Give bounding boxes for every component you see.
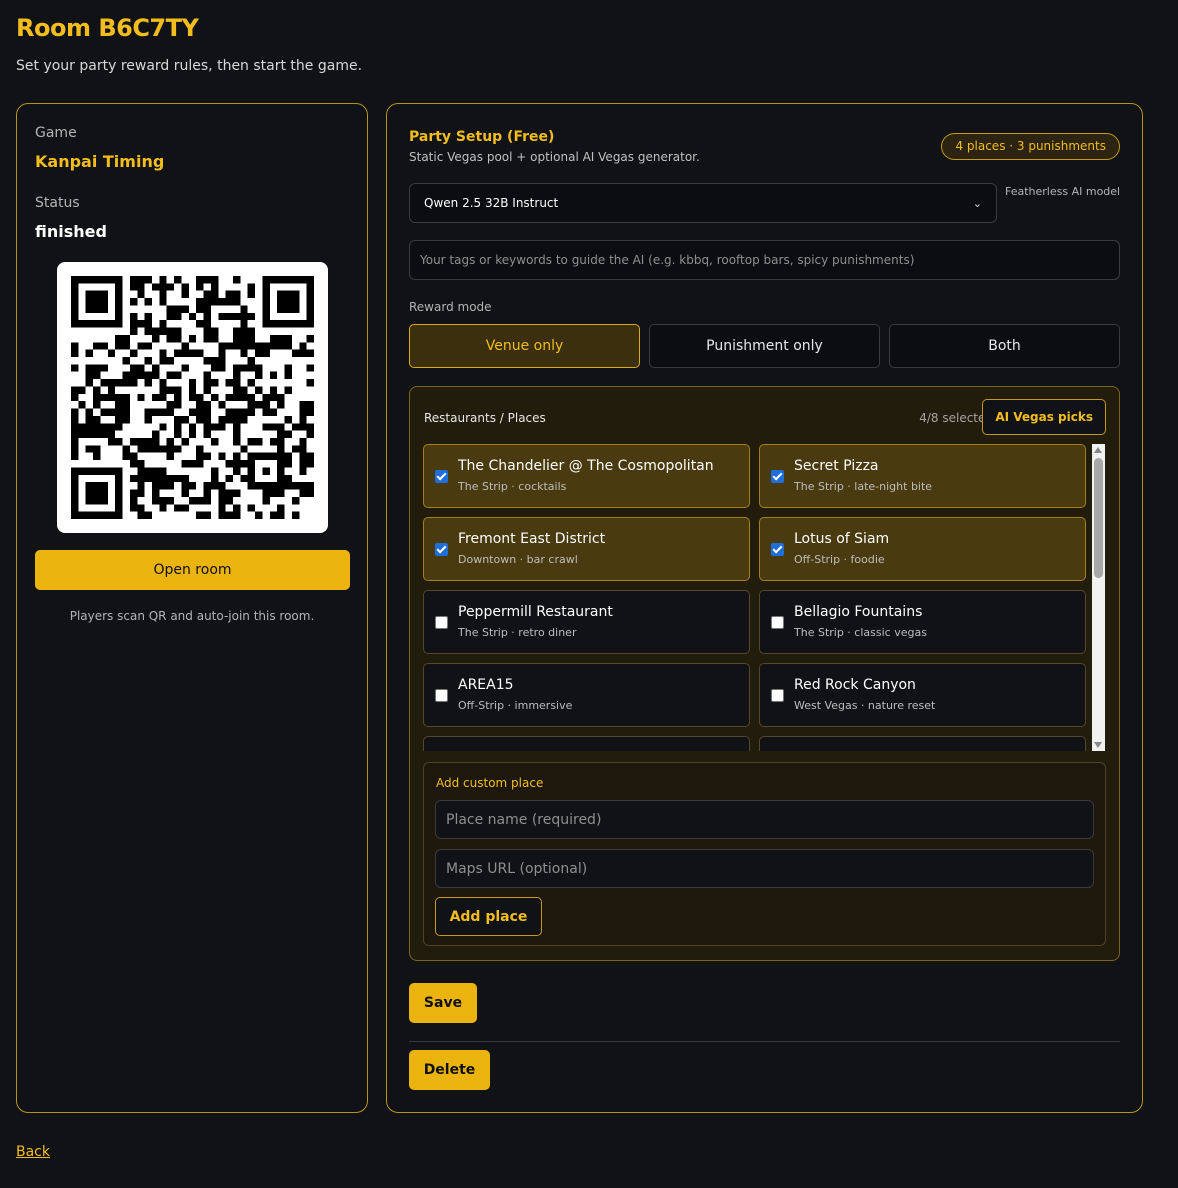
qr-hint: Players scan QR and auto-join this room.: [69, 609, 315, 623]
summary-badge: 4 places · 3 punishments: [941, 133, 1120, 160]
reward-mode-label: Reward mode: [409, 300, 492, 314]
add-place-button[interactable]: Add place: [435, 897, 542, 936]
places-list[interactable]: The Chandelier @ The Cosmopolitan The St…: [423, 444, 1093, 751]
place-name-input[interactable]: [435, 800, 1094, 839]
place-meta: Off-Strip · immersive: [458, 699, 573, 712]
place-name: Secret Pizza: [794, 458, 879, 474]
places-title: Restaurants / Places: [424, 411, 546, 425]
party-setup-title: Party Setup (Free): [409, 129, 555, 145]
game-name: Kanpai Timing: [35, 152, 165, 171]
place-checkbox[interactable]: [435, 616, 448, 629]
chevron-down-icon: ⌄: [972, 196, 982, 210]
reward-mode-both-button[interactable]: Both: [889, 324, 1120, 368]
place-meta: The Strip · retro diner: [458, 626, 577, 639]
place-name: Peppermill Restaurant: [458, 604, 613, 620]
place-name: Red Rock Canyon: [794, 677, 916, 693]
place-meta: West Vegas · nature reset: [794, 699, 936, 712]
model-select-label: Featherless AI model: [1005, 185, 1121, 198]
reward-mode-punishment-button[interactable]: Punishment only: [649, 324, 880, 368]
place-card[interactable]: Peppermill Restaurant The Strip · retro …: [423, 590, 750, 654]
place-card[interactable]: Bellagio Fountains The Strip · classic v…: [759, 590, 1086, 654]
place-checkbox[interactable]: [435, 470, 448, 483]
room-info-card: Game Kanpai Timing Status finished Open …: [16, 103, 368, 1113]
place-card[interactable]: Red Rock Canyon West Vegas · nature rese…: [759, 663, 1086, 727]
place-checkbox[interactable]: [435, 689, 448, 702]
place-meta: The Strip · late-night bite: [794, 480, 933, 493]
tags-input[interactable]: [409, 240, 1120, 280]
save-button[interactable]: Save: [409, 983, 477, 1023]
status-label: Status: [35, 195, 80, 211]
delete-button[interactable]: Delete: [409, 1050, 490, 1090]
place-card[interactable]: The Chandelier @ The Cosmopolitan The St…: [423, 444, 750, 508]
reward-mode-venue-button[interactable]: Venue only: [409, 324, 640, 368]
place-checkbox[interactable]: [771, 543, 784, 556]
place-name: AREA15: [458, 677, 514, 693]
model-select[interactable]: Qwen 2.5 32B Instruct ⌄: [409, 183, 997, 223]
place-card[interactable]: Fremont East District Downtown · bar cra…: [423, 517, 750, 581]
qr-code-image: [71, 276, 314, 519]
qr-code: [57, 262, 328, 533]
scroll-up-icon[interactable]: [1094, 447, 1102, 453]
place-checkbox[interactable]: [771, 689, 784, 702]
places-scrollbar[interactable]: [1092, 444, 1105, 751]
scroll-thumb[interactable]: [1094, 458, 1103, 578]
ai-vegas-picks-button[interactable]: AI Vegas picks: [982, 399, 1106, 435]
place-card[interactable]: AREA15 Off-Strip · immersive: [423, 663, 750, 727]
place-name: Bellagio Fountains: [794, 604, 923, 620]
status-value: finished: [35, 222, 107, 241]
open-room-button[interactable]: Open room: [35, 550, 350, 590]
place-card[interactable]: Lotus of Siam Off-Strip · foodie: [759, 517, 1086, 581]
place-checkbox[interactable]: [771, 470, 784, 483]
page-subtitle: Set your party reward rules, then start …: [16, 58, 363, 74]
place-meta: The Strip · classic vegas: [794, 626, 927, 639]
place-card[interactable]: [423, 736, 750, 751]
place-card[interactable]: Secret Pizza The Strip · late-night bite: [759, 444, 1086, 508]
place-name: Lotus of Siam: [794, 531, 890, 547]
place-meta: Downtown · bar crawl: [458, 553, 578, 566]
place-checkbox[interactable]: [435, 543, 448, 556]
place-meta: The Strip · cocktails: [458, 480, 567, 493]
game-label: Game: [35, 125, 77, 141]
party-setup-subtitle: Static Vegas pool + optional AI Vegas ge…: [409, 150, 700, 164]
custom-place-form: Add custom place Add place: [423, 762, 1106, 946]
place-name: Fremont East District: [458, 531, 606, 547]
party-setup-card: Party Setup (Free) Static Vegas pool + o…: [386, 103, 1143, 1113]
model-select-value: Qwen 2.5 32B Instruct: [424, 196, 559, 210]
place-name: The Chandelier @ The Cosmopolitan: [458, 458, 714, 474]
divider: [409, 1041, 1120, 1042]
place-card[interactable]: [759, 736, 1086, 751]
back-link[interactable]: Back: [16, 1144, 50, 1160]
page-title: Room B6C7TY: [16, 14, 199, 42]
place-meta: Off-Strip · foodie: [794, 553, 885, 566]
custom-place-title: Add custom place: [436, 776, 544, 790]
places-panel: Restaurants / Places 4/8 selected AI Veg…: [409, 386, 1120, 961]
maps-url-input[interactable]: [435, 849, 1094, 888]
scroll-down-icon[interactable]: [1094, 742, 1102, 748]
place-checkbox[interactable]: [771, 616, 784, 629]
